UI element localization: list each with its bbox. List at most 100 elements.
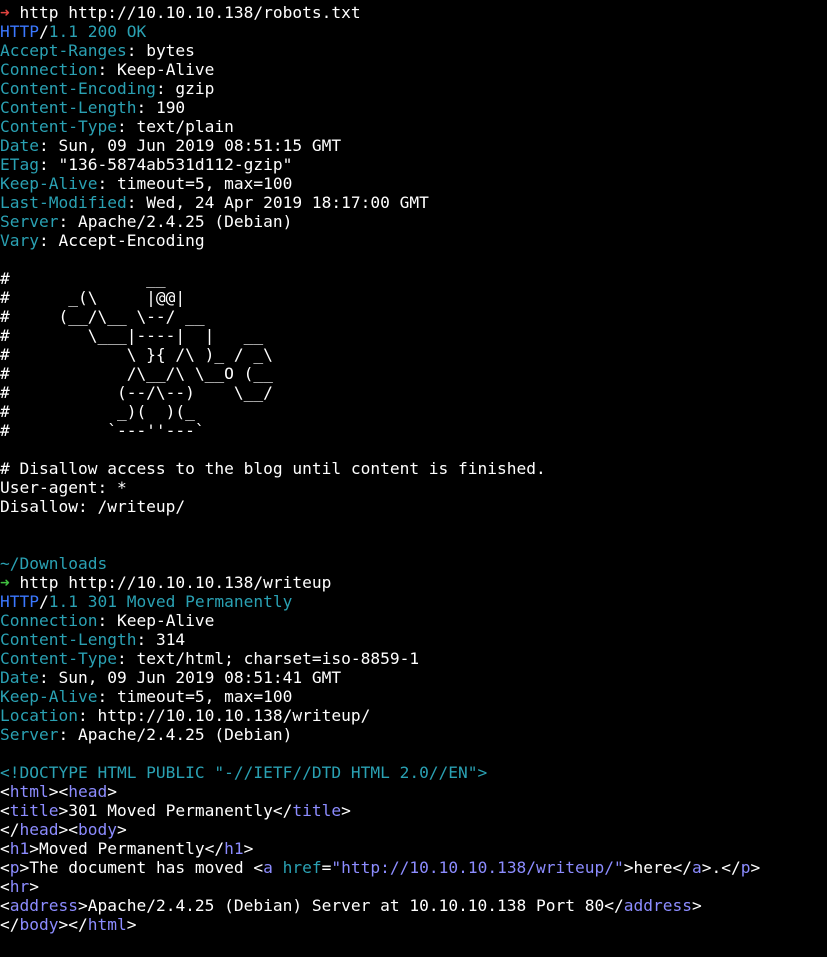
- terminal-line: User-agent: *: [0, 478, 827, 497]
- terminal-line: Location: http://10.10.10.138/writeup/: [0, 706, 827, 725]
- terminal-line: Connection: Keep-Alive: [0, 60, 827, 79]
- terminal-line: <html><head>: [0, 782, 827, 801]
- terminal-text: >: [29, 877, 39, 896]
- terminal-text: p: [9, 858, 20, 877]
- terminal-text: <: [0, 858, 10, 877]
- terminal-line: Content-Length: 314: [0, 630, 827, 649]
- terminal-text: : text/plain: [116, 117, 234, 136]
- terminal-text: >.</: [701, 858, 741, 877]
- terminal-line: # \___|----| | __: [0, 326, 827, 345]
- terminal-text: Server: [0, 212, 59, 231]
- terminal-text: : Apache/2.4.25 (Debian): [58, 212, 293, 231]
- terminal-text: Last-Modified: [0, 193, 127, 212]
- prompt-arrow-icon: ➜: [0, 3, 10, 22]
- terminal-text: <: [0, 782, 10, 801]
- terminal-text: </: [0, 915, 20, 934]
- terminal-text: href: [282, 858, 322, 877]
- terminal-text: </: [0, 820, 20, 839]
- terminal-text: head: [68, 782, 108, 801]
- terminal-text: ><: [58, 820, 78, 839]
- terminal-line: # __: [0, 269, 827, 288]
- terminal-text: >here</: [623, 858, 692, 877]
- terminal-text: Connection: [0, 60, 98, 79]
- terminal-text: Keep-Alive: [0, 174, 98, 193]
- terminal-text: ><: [48, 782, 69, 801]
- terminal-text: : text/html; charset=iso-8859-1: [116, 649, 420, 668]
- terminal-text: >301 Moved Permanently</: [58, 801, 293, 820]
- prompt-arrow-icon: ➜: [0, 573, 10, 592]
- terminal-text: <: [0, 801, 10, 820]
- terminal-text: h1: [9, 839, 30, 858]
- terminal-text: : Keep-Alive: [97, 611, 215, 630]
- terminal-text: a: [263, 858, 273, 877]
- terminal-text: : Apache/2.4.25 (Debian): [58, 725, 293, 744]
- terminal-text: Vary: [0, 231, 39, 250]
- terminal-text: Server: [0, 725, 59, 744]
- terminal-text: <: [0, 896, 10, 915]
- terminal-line: Disallow: /writeup/: [0, 497, 827, 516]
- terminal-line: HTTP/1.1 301 Moved Permanently: [0, 592, 827, 611]
- terminal-text: Content-Type: [0, 649, 117, 668]
- terminal-line: HTTP/1.1 200 OK: [0, 22, 827, 41]
- terminal-text: body: [77, 820, 117, 839]
- terminal-text: /: [38, 592, 49, 611]
- terminal-text: address: [9, 896, 78, 915]
- terminal-text: >Apache/2.4.25 (Debian) Server at 10.10.…: [77, 896, 624, 915]
- terminal-text: : Sun, 09 Jun 2019 08:51:41 GMT: [38, 668, 342, 687]
- terminal-text: /: [38, 22, 49, 41]
- terminal-text: : Keep-Alive: [97, 60, 215, 79]
- terminal-text: html: [87, 915, 127, 934]
- terminal-text: >: [341, 801, 351, 820]
- terminal-line: Accept-Ranges: bytes: [0, 41, 827, 60]
- terminal-text: Content-Encoding: [0, 79, 156, 98]
- terminal-line: Last-Modified: Wed, 24 Apr 2019 18:17:00…: [0, 193, 827, 212]
- terminal-text: address: [623, 896, 692, 915]
- terminal-text: : Sun, 09 Jun 2019 08:51:15 GMT: [38, 136, 342, 155]
- terminal-line: # /\__/\ \__O (__: [0, 364, 827, 383]
- terminal-line: ➜ http http://10.10.10.138/writeup: [0, 573, 827, 592]
- terminal-text: Disallow: /writeup/: [0, 497, 186, 516]
- terminal-line: Vary: Accept-Encoding: [0, 231, 827, 250]
- terminal-line: Connection: Keep-Alive: [0, 611, 827, 630]
- terminal-text: ></: [58, 915, 88, 934]
- terminal-line: Server: Apache/2.4.25 (Debian): [0, 725, 827, 744]
- terminal-text: html: [9, 782, 49, 801]
- terminal-text: 1.1 200 OK: [48, 22, 147, 41]
- terminal-line: Keep-Alive: timeout=5, max=100: [0, 687, 827, 706]
- terminal-text: <!DOCTYPE HTML PUBLIC "-//IETF//DTD HTML…: [0, 763, 488, 782]
- terminal-text: >: [126, 915, 137, 934]
- terminal-text: Content-Length: [0, 98, 137, 117]
- terminal-text: # \ }{ /\ )_ / _\: [0, 345, 273, 364]
- terminal-line: Content-Type: text/html; charset=iso-885…: [0, 649, 827, 668]
- terminal-output[interactable]: ➜ http http://10.10.10.138/robots.txt HTT…: [0, 3, 827, 934]
- terminal-line: ETag: "136-5874ab531d112-gzip": [0, 155, 827, 174]
- terminal-text: : bytes: [126, 41, 195, 60]
- terminal-text: >Moved Permanently</: [29, 839, 225, 858]
- terminal-text: head: [19, 820, 59, 839]
- terminal-line: # (--/\--) \__/: [0, 383, 827, 402]
- terminal-text: http http://10.10.10.138/writeup: [9, 573, 332, 592]
- terminal-text: Date: [0, 136, 39, 155]
- terminal-line: <hr>: [0, 877, 827, 896]
- terminal-text: >: [750, 858, 761, 877]
- terminal-line: # \ }{ /\ )_ / _\: [0, 345, 827, 364]
- terminal-text: : 190: [136, 98, 186, 117]
- terminal-line: Content-Encoding: gzip: [0, 79, 827, 98]
- terminal-text: HTTP: [0, 22, 39, 41]
- terminal-text: User-agent: *: [0, 478, 127, 497]
- terminal-line: Keep-Alive: timeout=5, max=100: [0, 174, 827, 193]
- terminal-line: Date: Sun, 09 Jun 2019 08:51:15 GMT: [0, 136, 827, 155]
- terminal-text: # _)( )(_: [0, 402, 195, 421]
- terminal-text: : Wed, 24 Apr 2019 18:17:00 GMT: [126, 193, 429, 212]
- terminal-text: Location: [0, 706, 78, 725]
- terminal-line: </head><body>: [0, 820, 827, 839]
- terminal-text: hr: [9, 877, 30, 896]
- terminal-text: Content-Type: [0, 117, 117, 136]
- terminal-line: Server: Apache/2.4.25 (Debian): [0, 212, 827, 231]
- terminal-line: Date: Sun, 09 Jun 2019 08:51:41 GMT: [0, 668, 827, 687]
